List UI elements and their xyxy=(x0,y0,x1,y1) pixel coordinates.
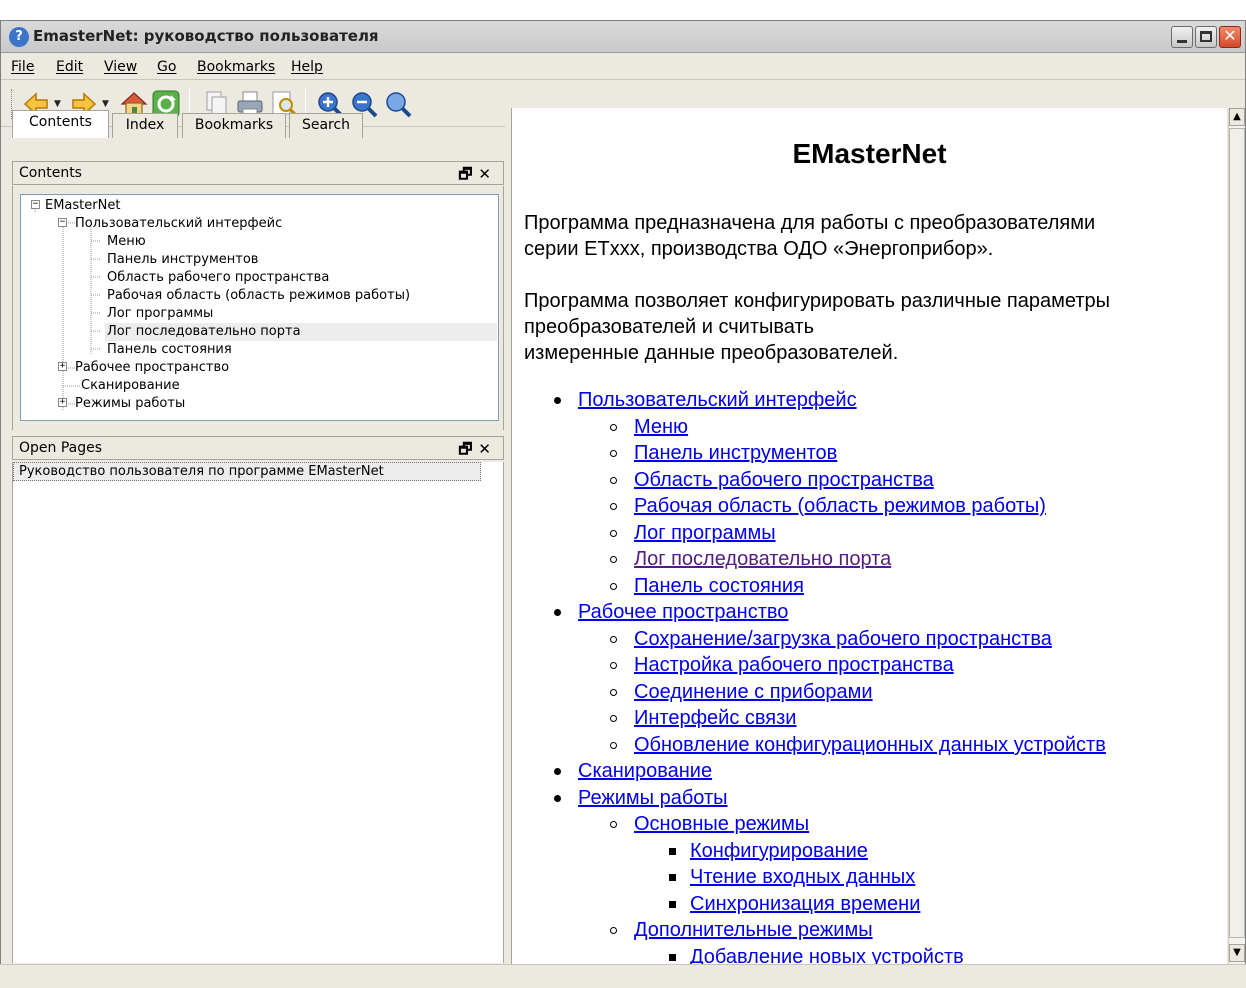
tree-item-program-log[interactable]: Лог программы xyxy=(107,305,213,323)
scroll-thumb[interactable] xyxy=(1229,128,1245,938)
toc-link-extra-modes[interactable]: Дополнительные режимы xyxy=(634,917,873,943)
toc-link-workspace-settings[interactable]: Настройка рабочего пространства xyxy=(634,652,954,678)
toc-link-serial-log[interactable]: Лог последовательно порта xyxy=(634,546,891,572)
toc-link-time-sync[interactable]: Синхронизация времени xyxy=(690,891,920,917)
tree-item-ui[interactable]: − Пользовательский интерфейс xyxy=(53,215,282,233)
tree-item-workspace-area[interactable]: Область рабочего пространства xyxy=(107,269,329,287)
collapse-icon[interactable]: − xyxy=(58,218,67,227)
toc-link-configuring[interactable]: Конфигурирование xyxy=(690,838,868,864)
toc-link-add-devices[interactable]: Добавление новых устройств xyxy=(690,944,964,964)
toc-link-modes[interactable]: Режимы работы xyxy=(578,785,728,811)
menu-bookmarks[interactable]: Bookmarks xyxy=(197,59,275,75)
maximize-button[interactable] xyxy=(1195,26,1217,48)
tree-item-scanning[interactable]: Сканирование xyxy=(81,377,180,395)
toc-link-interface[interactable]: Интерфейс связи xyxy=(634,705,796,731)
close-pane-icon[interactable]: ✕ xyxy=(478,165,497,183)
status-bar xyxy=(0,964,1246,988)
doc-title: EMasterNet xyxy=(792,138,947,169)
tab-index[interactable]: Index xyxy=(112,113,178,138)
open-pages-list: Руководство пользователя по программе EM… xyxy=(12,462,504,963)
zoom-reset-button[interactable] xyxy=(383,89,413,119)
toc-link-scanning[interactable]: Сканирование xyxy=(578,758,712,784)
menu-edit[interactable]: Edit xyxy=(56,59,83,75)
tab-search[interactable]: Search xyxy=(289,113,363,138)
doc-para-1-line-1: Программа предназначена для работы с пре… xyxy=(524,212,1096,234)
contents-pane-title: Contents xyxy=(19,165,82,181)
doc-para-1-line-2: серии ETxxx, производства ОДО «Энергопри… xyxy=(524,238,994,260)
forward-dropdown-icon[interactable]: ▼ xyxy=(102,99,109,109)
tree-item-label: Режимы работы xyxy=(75,396,186,411)
menu-help[interactable]: Help xyxy=(291,59,323,75)
tree-item-toolbar[interactable]: Панель инструментов xyxy=(107,251,258,269)
toc-link-toolbar[interactable]: Панель инструментов xyxy=(634,440,837,466)
close-button[interactable]: ✕ xyxy=(1219,26,1241,48)
toc-link-ui[interactable]: Пользовательский интерфейс xyxy=(578,387,857,413)
zoom-reset-icon xyxy=(386,92,412,118)
document-view: EMasterNet Программа предназначена для р… xyxy=(511,108,1227,964)
doc-para-2-line-1: Программа позволяет конфигурировать разл… xyxy=(524,290,1110,312)
expand-icon[interactable]: + xyxy=(58,362,67,371)
toc-link-status-bar[interactable]: Панель состояния xyxy=(634,573,804,599)
menu-go[interactable]: Go xyxy=(157,59,176,75)
tree-item-workspace[interactable]: + Рабочее пространство xyxy=(53,359,229,377)
open-page-item[interactable]: Руководство пользователя по программе EM… xyxy=(13,462,481,481)
float-icon[interactable]: 🗗 xyxy=(458,440,478,458)
tree-item-modes[interactable]: + Режимы работы xyxy=(53,395,185,413)
toc-link-save-load[interactable]: Сохранение/загрузка рабочего пространств… xyxy=(634,626,1052,652)
tree-item-work-area[interactable]: Рабочая область (область режимов работы) xyxy=(107,287,410,305)
close-icon: ✕ xyxy=(1223,26,1237,45)
document-scrollbar[interactable]: ▲ ▼ xyxy=(1228,108,1245,964)
minimize-icon xyxy=(1177,40,1187,43)
title-bar[interactable]: ? EmasterNet: руководство пользователя ✕ xyxy=(1,21,1245,53)
collapse-icon[interactable]: − xyxy=(31,200,40,209)
open-pages-header: Open Pages 🗗✕ xyxy=(12,436,504,460)
tree-item-serial-log[interactable]: Лог последовательно порта xyxy=(105,323,497,341)
scroll-up-icon[interactable]: ▲ xyxy=(1229,108,1245,126)
tab-contents[interactable]: Contents xyxy=(12,110,109,138)
menu-view[interactable]: View xyxy=(104,59,137,75)
tab-bookmarks[interactable]: Bookmarks xyxy=(182,113,286,138)
tree-item-menu[interactable]: Меню xyxy=(107,233,146,251)
toc-link-workspace[interactable]: Рабочее пространство xyxy=(578,599,788,625)
doc-para-2-line-2: преобразователей и считывать xyxy=(524,316,815,338)
maximize-icon xyxy=(1200,31,1212,42)
tree-item-status-bar[interactable]: Панель состояния xyxy=(107,341,232,359)
tree-item-label: Пользовательский интерфейс xyxy=(75,216,283,231)
help-icon: ? xyxy=(9,27,29,47)
toc-link-work-area[interactable]: Рабочая область (область режимов работы) xyxy=(634,493,1046,519)
doc-para-2-line-3: измеренные данные преобразователей. xyxy=(524,342,899,364)
tree-item-label: EMasterNet xyxy=(45,198,121,213)
open-pages-title: Open Pages xyxy=(19,440,103,456)
toc-link-config-update[interactable]: Обновление конфигурационных данных устро… xyxy=(634,732,1106,758)
scroll-down-icon[interactable]: ▼ xyxy=(1229,944,1245,962)
toc-link-device-connection[interactable]: Соединение с приборами xyxy=(634,679,873,705)
toc-link-menu[interactable]: Меню xyxy=(634,414,688,440)
float-icon[interactable]: 🗗 xyxy=(458,165,478,183)
contents-pane-header: Contents 🗗✕ xyxy=(12,161,504,185)
toc-link-main-modes[interactable]: Основные режимы xyxy=(634,811,809,837)
tree-item-label: Рабочее пространство xyxy=(75,360,230,375)
menu-file[interactable]: File xyxy=(11,59,34,75)
toc-link-workspace-area[interactable]: Область рабочего пространства xyxy=(634,467,934,493)
contents-tree[interactable]: − EMasterNet − Пользовательский интерфей… xyxy=(20,194,499,421)
tree-item-emasternet[interactable]: − EMasterNet xyxy=(25,197,120,215)
toc-link-program-log[interactable]: Лог программы xyxy=(634,520,776,546)
toc-link-reading-input[interactable]: Чтение входных данных xyxy=(690,864,915,890)
menu-bar: File Edit View Go Bookmarks Help xyxy=(1,54,1245,80)
minimize-button[interactable] xyxy=(1171,26,1193,48)
expand-icon[interactable]: + xyxy=(58,398,67,407)
close-pane-icon[interactable]: ✕ xyxy=(478,440,497,458)
window-title: EmasterNet: руководство пользователя xyxy=(33,27,379,45)
back-dropdown-icon[interactable]: ▼ xyxy=(54,99,61,109)
